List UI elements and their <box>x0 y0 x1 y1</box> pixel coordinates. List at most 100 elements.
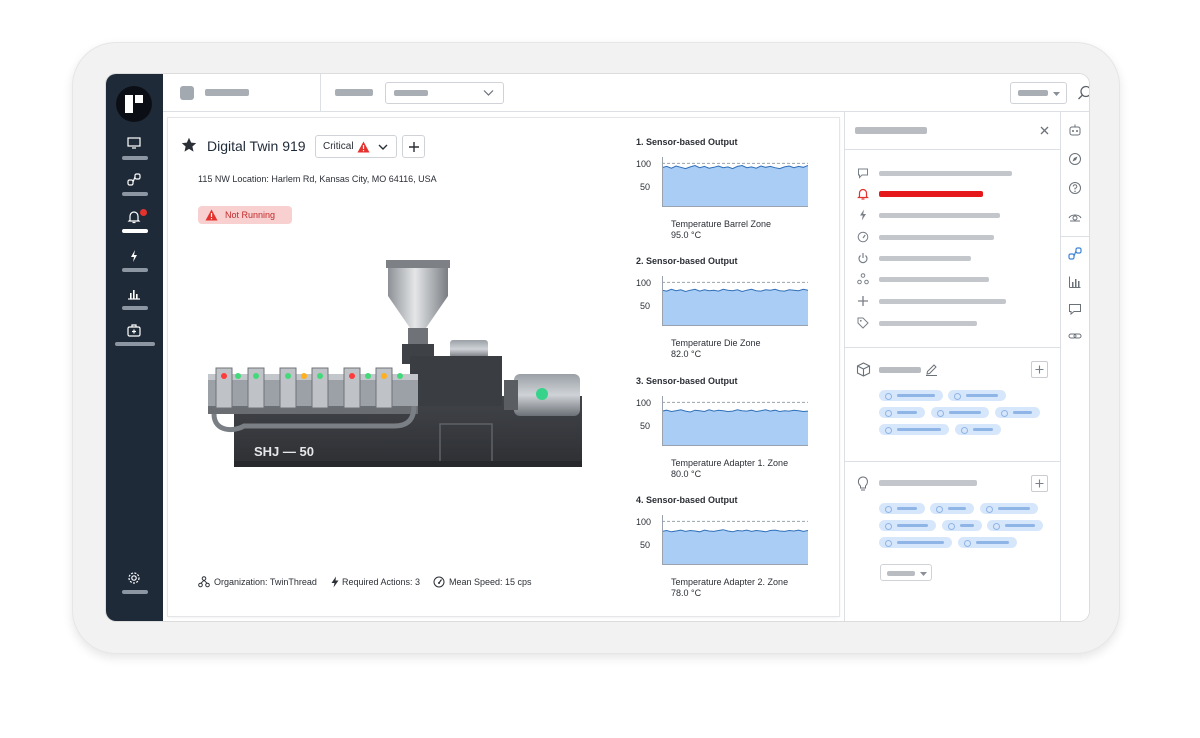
insight-filter-select[interactable] <box>880 564 932 581</box>
add-button[interactable] <box>402 135 425 158</box>
panel-row[interactable] <box>857 316 1057 330</box>
chart-value: 95.0 °C <box>671 230 702 240</box>
workspace-select[interactable] <box>1010 82 1067 104</box>
plus-icon <box>409 142 419 152</box>
details-panel <box>844 112 1061 621</box>
app-logo[interactable] <box>116 86 152 122</box>
edit-icon[interactable] <box>925 363 938 376</box>
component-chip[interactable] <box>955 424 1001 435</box>
row-placeholder <box>879 256 971 261</box>
nav-label-placeholder <box>122 192 148 196</box>
lightning-icon <box>131 250 137 262</box>
status-label: Not Running <box>225 210 276 220</box>
row-placeholder <box>879 213 1000 218</box>
help-icon[interactable] <box>1068 181 1082 195</box>
component-chip[interactable] <box>995 407 1040 418</box>
logo-icon <box>125 95 143 113</box>
nav-item-events[interactable] <box>106 249 163 279</box>
tick-label: 50 <box>640 540 651 550</box>
severity-dropdown[interactable]: Critical <box>315 135 397 158</box>
gauge-icon <box>433 576 445 588</box>
panel-title-placeholder <box>855 127 927 134</box>
tick-label: 50 <box>640 301 651 311</box>
panel-row[interactable] <box>857 251 1057 265</box>
app-name-placeholder <box>205 89 249 96</box>
panel-row-alert[interactable] <box>857 187 1057 201</box>
row-placeholder <box>879 235 994 240</box>
insight-chip[interactable] <box>879 503 925 514</box>
insight-chip[interactable] <box>958 537 1017 548</box>
panel-row[interactable] <box>857 208 1057 222</box>
row-placeholder <box>879 277 989 282</box>
comment-icon[interactable] <box>1068 302 1082 316</box>
insight-chip[interactable] <box>879 537 952 548</box>
component-chip[interactable] <box>948 390 1006 401</box>
component-chip[interactable] <box>879 424 949 435</box>
sensor-plot <box>662 396 808 446</box>
workflow-icon[interactable] <box>1068 247 1082 261</box>
plus-icon <box>858 296 868 306</box>
filter-select[interactable] <box>385 82 504 104</box>
chart-heading: 2. Sensor-based Output <box>636 256 738 266</box>
nav-item-analytics[interactable] <box>106 287 163 317</box>
divider <box>320 74 321 112</box>
insight-chip[interactable] <box>879 520 936 531</box>
select-value-placeholder <box>394 90 428 96</box>
warning-icon <box>357 141 370 153</box>
series-area <box>662 529 808 565</box>
bell-icon <box>127 211 141 224</box>
nav-item-alerts[interactable] <box>106 209 163 240</box>
lightning-icon <box>860 209 866 221</box>
chart-value: 78.0 °C <box>671 588 702 598</box>
chart-value: 82.0 °C <box>671 349 702 359</box>
panel-row[interactable] <box>857 230 1057 244</box>
nav-item-maintenance[interactable] <box>106 323 163 353</box>
nav-label-placeholder <box>122 590 148 594</box>
insight-chip[interactable] <box>980 503 1038 514</box>
panel-row[interactable] <box>857 272 1057 286</box>
caret-down-icon <box>1053 92 1060 96</box>
component-chip[interactable] <box>879 407 925 418</box>
compass-icon[interactable] <box>1068 152 1082 166</box>
insight-chip[interactable] <box>987 520 1043 531</box>
section-title-placeholder <box>879 367 921 373</box>
robot-icon[interactable] <box>1068 123 1082 137</box>
panel-section-components <box>845 348 1061 462</box>
insight-chip[interactable] <box>942 520 982 531</box>
bar-chart-icon <box>128 290 140 300</box>
component-chip[interactable] <box>879 390 943 401</box>
link-icon[interactable] <box>1068 329 1082 343</box>
add-component-button[interactable] <box>1031 361 1048 378</box>
eye-settings-icon[interactable] <box>1068 210 1082 224</box>
insight-chip[interactable] <box>930 503 974 514</box>
search-icon[interactable] <box>1077 85 1089 101</box>
warning-icon <box>205 209 218 221</box>
section-title-placeholder <box>879 480 977 486</box>
app-switcher-icon[interactable] <box>180 86 194 100</box>
bar-chart-icon[interactable] <box>1068 275 1082 289</box>
alert-row-highlight <box>879 191 983 197</box>
panel-row[interactable] <box>857 294 1057 308</box>
tick-label: 100 <box>636 517 652 527</box>
speed-text: Mean Speed: 15 cps <box>449 577 532 587</box>
close-icon[interactable] <box>1040 126 1049 135</box>
sensor-chart-3: 3. Sensor-based Output 100 50 Temperatur… <box>636 376 826 486</box>
cube-icon <box>856 362 871 377</box>
nav-label-placeholder <box>122 156 148 160</box>
asset-address: 115 NW Location: Harlem Rd, Kansas City,… <box>198 174 437 184</box>
nav-item-monitor[interactable] <box>106 137 163 167</box>
panel-header <box>845 112 1061 150</box>
series-area <box>662 289 808 326</box>
nav-item-settings[interactable] <box>106 571 163 601</box>
right-icon-rail <box>1060 112 1089 621</box>
add-insight-button[interactable] <box>1031 475 1048 492</box>
page-title: Digital Twin 919 <box>207 138 306 154</box>
star-icon[interactable] <box>181 137 197 153</box>
nav-item-workflow[interactable] <box>106 173 163 203</box>
tick-label: 100 <box>636 398 652 408</box>
row-placeholder <box>879 299 1006 304</box>
divider <box>1061 236 1089 237</box>
tick-label: 100 <box>636 159 652 169</box>
panel-row[interactable] <box>857 166 1057 180</box>
component-chip[interactable] <box>931 407 989 418</box>
